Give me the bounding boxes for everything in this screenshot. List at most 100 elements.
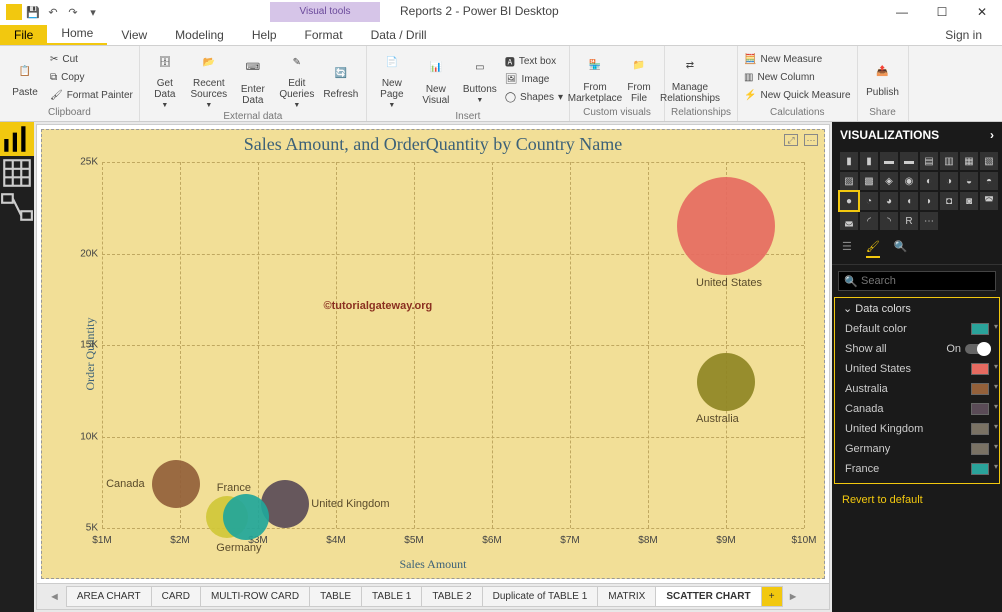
search-input[interactable] (838, 271, 996, 291)
undo-icon[interactable]: ↶ (44, 3, 62, 21)
edit-queries-button[interactable]: ✎Edit Queries▼ (278, 48, 316, 111)
tab-modeling[interactable]: Modeling (161, 25, 238, 45)
paste-button[interactable]: 📋Paste (6, 57, 44, 98)
fields-tab-icon[interactable]: ☰ (842, 240, 852, 258)
viz-type-icon[interactable]: ◒ (960, 172, 978, 190)
viz-type-icon[interactable]: ◜ (860, 212, 878, 230)
bubble-canada[interactable] (152, 460, 200, 508)
sign-in-link[interactable]: Sign in (945, 28, 982, 42)
revert-to-default-link[interactable]: Revert to default (832, 488, 1002, 512)
viz-type-icon[interactable]: ◑ (940, 172, 958, 190)
close-button[interactable]: ✕ (962, 0, 1002, 24)
tab-view[interactable]: View (107, 25, 161, 45)
page-tab[interactable]: TABLE 1 (361, 586, 422, 607)
chevron-right-icon[interactable]: › (990, 128, 994, 142)
viz-type-icon[interactable]: ◈ (880, 172, 898, 190)
bubble-united-states[interactable] (677, 177, 775, 275)
viz-type-icon[interactable]: ◝ (880, 212, 898, 230)
model-view-button[interactable] (0, 190, 34, 224)
viz-type-icon[interactable]: ▥ (940, 152, 958, 170)
viz-type-icon[interactable]: ◛ (840, 212, 858, 230)
viz-type-icon[interactable]: R (900, 212, 918, 230)
new-page-button[interactable]: 📄New Page▼ (373, 48, 411, 111)
viz-type-icon[interactable]: ▮ (840, 152, 858, 170)
cut-button[interactable]: ✂Cut (50, 52, 133, 68)
bubble-germany[interactable] (223, 494, 269, 540)
page-tab[interactable]: TABLE (309, 586, 362, 607)
viz-type-icon[interactable]: ▮ (860, 152, 878, 170)
viz-type-icon[interactable]: ◘ (940, 192, 958, 210)
page-tab[interactable]: AREA CHART (66, 586, 152, 607)
viz-type-icon[interactable]: ◚ (980, 192, 998, 210)
viz-type-icon[interactable]: ⋯ (920, 212, 938, 230)
viz-type-icon[interactable]: ◗ (920, 192, 938, 210)
series-color-swatch[interactable] (971, 383, 989, 395)
page-tab[interactable]: Duplicate of TABLE 1 (482, 586, 599, 607)
enter-data-button[interactable]: ⌨Enter Data (234, 54, 272, 106)
page-tab[interactable]: MATRIX (597, 586, 656, 607)
report-view-button[interactable] (0, 122, 34, 156)
viz-type-icon[interactable]: ◔ (860, 192, 878, 210)
page-tab[interactable]: TABLE 2 (421, 586, 482, 607)
series-color-swatch[interactable] (971, 463, 989, 475)
scatter-chart-visual[interactable]: ⤢ ⋯ Sales Amount, and OrderQuantity by C… (41, 129, 825, 579)
page-tab[interactable]: SCATTER CHART (655, 586, 761, 607)
text-box-button[interactable]: 🅰Text box (505, 54, 563, 70)
viz-type-icon[interactable]: ▬ (900, 152, 918, 170)
add-page-button[interactable]: + (761, 586, 783, 607)
viz-type-icon[interactable]: ▤ (920, 152, 938, 170)
series-color-swatch[interactable] (971, 423, 989, 435)
format-tab-icon[interactable]: 🖌 (866, 240, 880, 258)
viz-type-icon[interactable]: ▦ (960, 152, 978, 170)
viz-type-icon[interactable]: ▩ (860, 172, 878, 190)
tab-help[interactable]: Help (238, 25, 291, 45)
visualizations-header[interactable]: VISUALIZATIONS › (832, 122, 1002, 148)
show-all-toggle[interactable]: On (946, 343, 989, 355)
viz-type-icon[interactable]: ▧ (980, 152, 998, 170)
image-button[interactable]: 🖼Image (505, 72, 563, 88)
manage-relationships-button[interactable]: ⇄Manage Relationships (671, 52, 709, 104)
tab-file[interactable]: File (0, 25, 47, 45)
qat-dropdown-icon[interactable]: ▾ (84, 3, 102, 21)
data-colors-header[interactable]: ⌄ Data colors (835, 298, 999, 319)
bubble-australia[interactable] (697, 353, 755, 411)
analytics-tab-icon[interactable]: 🔍 (894, 240, 908, 258)
new-column-button[interactable]: ▥New Column (744, 70, 850, 86)
publish-button[interactable]: 📤Publish (864, 57, 902, 98)
new-quick-measure-button[interactable]: ⚡New Quick Measure (744, 88, 850, 104)
save-icon[interactable]: 💾 (24, 3, 42, 21)
series-color-swatch[interactable] (971, 363, 989, 375)
more-options-icon[interactable]: ⋯ (804, 134, 818, 146)
tab-format[interactable]: Format (291, 25, 357, 45)
viz-type-icon[interactable]: ◉ (900, 172, 918, 190)
viz-type-icon[interactable]: ▬ (880, 152, 898, 170)
viz-type-icon[interactable]: ◖ (900, 192, 918, 210)
page-tab[interactable]: MULTI-ROW CARD (200, 586, 310, 607)
viz-type-icon[interactable]: ◓ (980, 172, 998, 190)
report-canvas[interactable]: ⤢ ⋯ Sales Amount, and OrderQuantity by C… (36, 124, 830, 610)
copy-button[interactable]: ⧉Copy (50, 70, 133, 86)
data-view-button[interactable] (0, 156, 34, 190)
default-color-swatch[interactable] (971, 323, 989, 335)
tab-home[interactable]: Home (47, 23, 107, 45)
viz-type-icon[interactable]: ◕ (880, 192, 898, 210)
buttons-button[interactable]: ▭Buttons▼ (461, 54, 499, 106)
viz-type-icon[interactable]: ◙ (960, 192, 978, 210)
maximize-button[interactable]: ☐ (922, 0, 962, 24)
series-color-swatch[interactable] (971, 403, 989, 415)
page-tab[interactable]: CARD (151, 586, 201, 607)
viz-type-icon[interactable]: ◐ (920, 172, 938, 190)
focus-mode-icon[interactable]: ⤢ (784, 134, 798, 146)
page-prev-icon[interactable]: ◄ (43, 591, 66, 603)
tab-data-drill[interactable]: Data / Drill (357, 25, 441, 45)
shapes-button[interactable]: ◯Shapes▾ (505, 90, 563, 106)
page-next-icon[interactable]: ► (782, 591, 805, 603)
minimize-button[interactable]: — (882, 0, 922, 24)
format-painter-button[interactable]: 🖌Format Painter (50, 88, 133, 104)
refresh-button[interactable]: 🔄Refresh (322, 59, 360, 100)
viz-type-icon[interactable]: ▨ (840, 172, 858, 190)
from-file-button[interactable]: 📁From File (620, 52, 658, 104)
redo-icon[interactable]: ↷ (64, 3, 82, 21)
new-visual-button[interactable]: 📊New Visual (417, 54, 455, 106)
series-color-swatch[interactable] (971, 443, 989, 455)
